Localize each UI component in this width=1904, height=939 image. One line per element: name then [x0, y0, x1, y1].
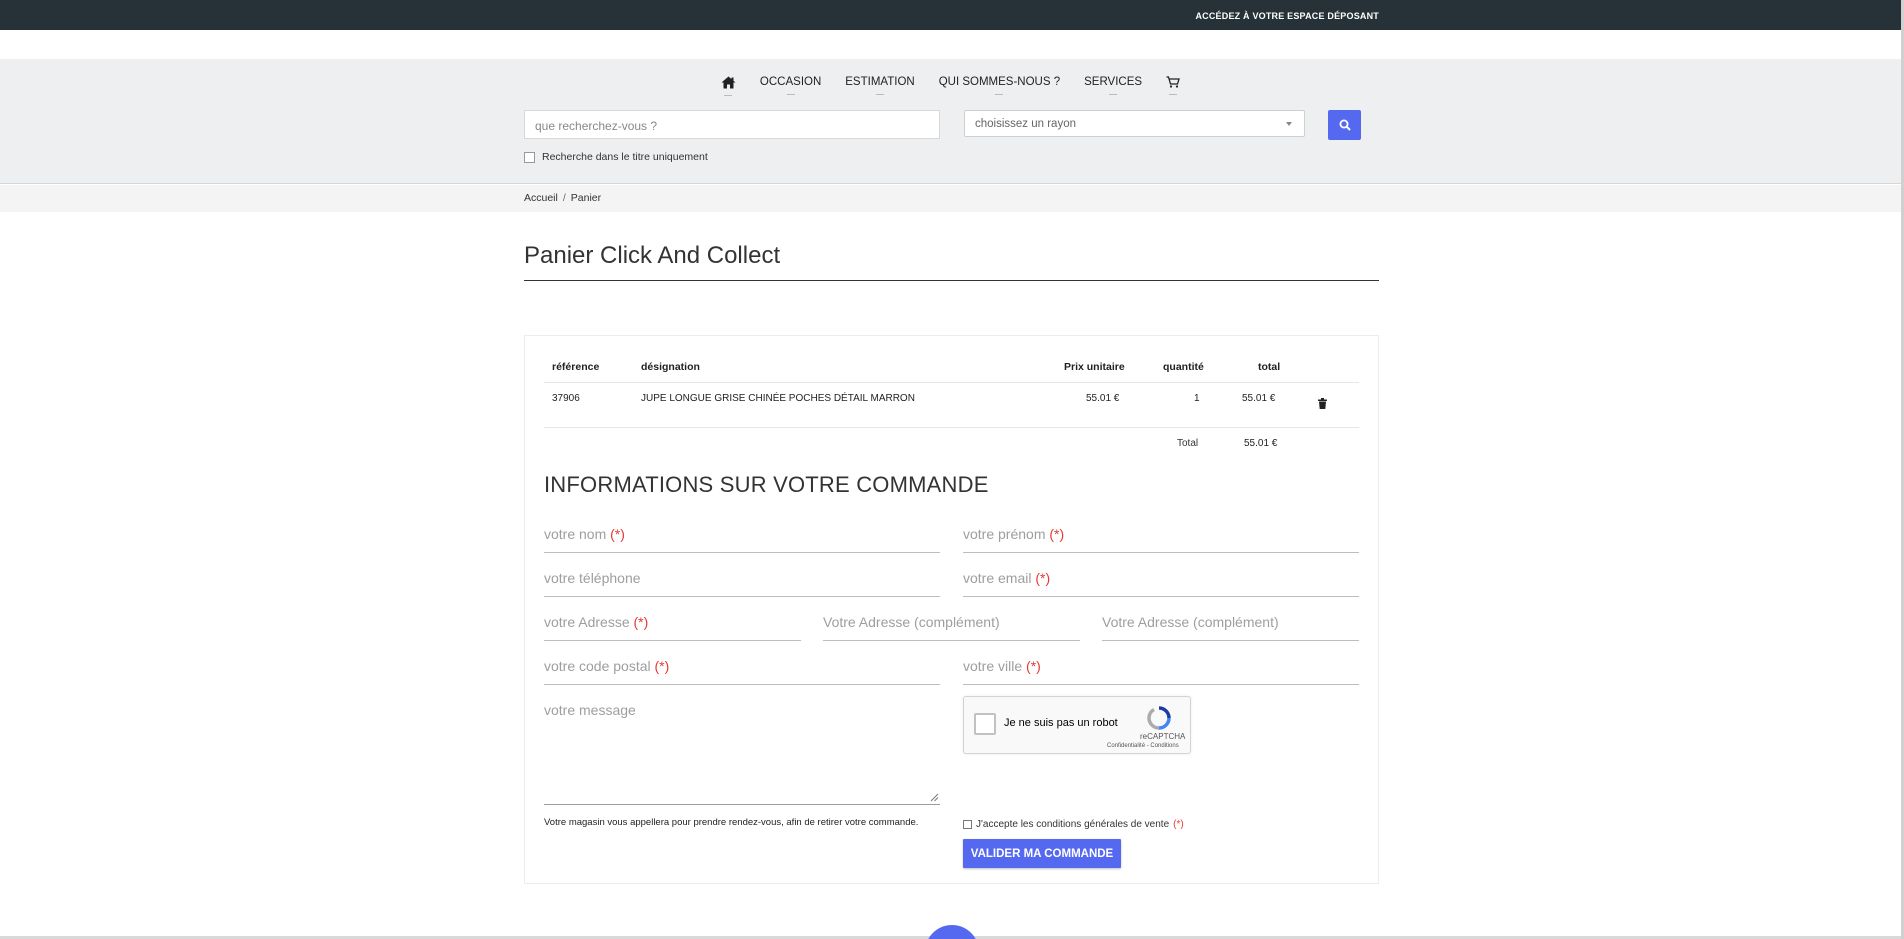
breadcrumb-current: Panier [570, 192, 602, 204]
row-total: 55.01 € [1242, 393, 1276, 404]
main-menu: OCCASION ESTIMATION QUI SOMMES-NOUS ? SE… [0, 67, 1901, 97]
address-complement-field-2[interactable]: Votre Adresse (complément) [1102, 614, 1359, 641]
address-field[interactable]: votre Adresse (*) [544, 614, 801, 641]
order-info-title: INFORMATIONS SUR VOTRE COMMANDE [544, 472, 989, 497]
phone-placeholder: votre téléphone [544, 570, 641, 586]
row-reference: 37906 [552, 393, 580, 404]
required-marker: (*) [1173, 819, 1184, 830]
email-placeholder: votre email [963, 570, 1032, 586]
search-button[interactable] [1328, 110, 1361, 140]
city-field[interactable]: votre ville (*) [963, 658, 1359, 685]
recaptcha-logo-icon [1147, 706, 1171, 730]
search-input[interactable]: que recherchez-vous ? [524, 110, 940, 139]
trash-icon[interactable] [1318, 396, 1327, 414]
header-quantity: quantité [1163, 361, 1204, 373]
last-name-placeholder: votre nom [544, 526, 607, 542]
postal-code-field[interactable]: votre code postal (*) [544, 658, 940, 685]
menu-item-estimation[interactable]: ESTIMATION [833, 76, 926, 95]
header-unit-price: Prix unitaire [1064, 361, 1125, 373]
scroll-top-button[interactable] [925, 925, 979, 939]
required-marker: (*) [633, 614, 649, 630]
rayon-select[interactable]: choisissez un rayon [964, 110, 1305, 137]
email-field[interactable]: votre email (*) [963, 570, 1359, 597]
city-placeholder: votre ville [963, 658, 1023, 674]
row-unit-price: 55.01 € [1086, 393, 1120, 404]
chevron-down-icon [1286, 122, 1292, 126]
row-designation: JUPE LONGUE GRISE CHINÉE POCHES DÉTAIL M… [641, 393, 915, 404]
required-marker: (*) [1026, 658, 1041, 674]
first-name-field[interactable]: votre prénom (*) [963, 526, 1359, 553]
breadcrumb: Accueil / Panier [524, 192, 601, 204]
recaptcha-label: Je ne suis pas un robot [1004, 717, 1118, 729]
address-placeholder: votre Adresse [544, 614, 630, 630]
header-total: total [1258, 361, 1281, 373]
recaptcha-brand: reCAPTCHA [1140, 732, 1186, 741]
top-bar: ACCÉDEZ À VOTRE ESPACE DÉPOSANT [0, 0, 1904, 30]
submit-order-button[interactable]: VALIDER MA COMMANDE [963, 839, 1121, 868]
terms-label: J'accepte les conditions générales de ve… [976, 819, 1170, 830]
home-icon[interactable] [709, 76, 748, 96]
cart-icon[interactable] [1154, 76, 1192, 95]
table-divider [544, 382, 1359, 383]
address-complement-field-1[interactable]: Votre Adresse (complément) [823, 614, 1080, 641]
header-reference: référence [552, 361, 600, 373]
required-marker: (*) [1035, 570, 1051, 586]
title-only-option[interactable]: Recherche dans le titre uniquement [524, 151, 708, 163]
textarea-underline [544, 804, 940, 805]
breadcrumb-bar [0, 185, 1901, 212]
title-only-checkbox[interactable] [524, 151, 535, 163]
header-designation: désignation [641, 361, 700, 373]
recaptcha-links[interactable]: Confidentialité - Conditions [1107, 743, 1179, 749]
address-complement-placeholder-2: Votre Adresse (complément) [1102, 614, 1279, 630]
menu-item-about[interactable]: QUI SOMMES-NOUS ? [927, 76, 1072, 95]
title-divider [524, 280, 1379, 281]
page-title: Panier Click And Collect [524, 242, 781, 269]
search-icon [1339, 119, 1351, 131]
store-call-note: Votre magasin vous appellera pour prendr… [544, 817, 919, 828]
required-marker: (*) [654, 658, 670, 674]
table-divider [544, 427, 1359, 428]
title-only-label: Recherche dans le titre uniquement [542, 151, 708, 163]
breadcrumb-home[interactable]: Accueil [524, 192, 558, 204]
cart-total-label: Total [1177, 438, 1199, 449]
menu-item-services[interactable]: SERVICES [1072, 76, 1154, 95]
resize-grip-icon[interactable] [930, 793, 939, 802]
message-placeholder: votre message [544, 702, 636, 718]
required-marker: (*) [1049, 526, 1065, 542]
breadcrumb-separator: / [562, 192, 566, 204]
phone-field[interactable]: votre téléphone [544, 570, 940, 597]
rayon-select-value: choisissez un rayon [975, 118, 1076, 130]
cart-total-value: 55.01 € [1244, 438, 1278, 449]
terms-checkbox[interactable] [963, 820, 972, 829]
postal-code-placeholder: votre code postal [544, 658, 651, 674]
recaptcha-widget: Je ne suis pas un robot reCAPTCHA Confid… [963, 696, 1191, 754]
required-marker: (*) [610, 526, 625, 542]
terms-option[interactable]: J'accepte les conditions générales de ve… [963, 819, 1184, 830]
last-name-field[interactable]: votre nom (*) [544, 526, 940, 553]
navigation-area: OCCASION ESTIMATION QUI SOMMES-NOUS ? SE… [0, 59, 1901, 184]
recaptcha-checkbox[interactable] [974, 713, 996, 735]
row-quantity: 1 [1194, 393, 1200, 404]
menu-item-occasion[interactable]: OCCASION [748, 76, 833, 95]
depositor-space-link[interactable]: ACCÉDEZ À VOTRE ESPACE DÉPOSANT [1195, 11, 1379, 21]
message-textarea[interactable]: votre message [544, 702, 940, 805]
first-name-placeholder: votre prénom [963, 526, 1046, 542]
address-complement-placeholder-1: Votre Adresse (complément) [823, 614, 1000, 630]
